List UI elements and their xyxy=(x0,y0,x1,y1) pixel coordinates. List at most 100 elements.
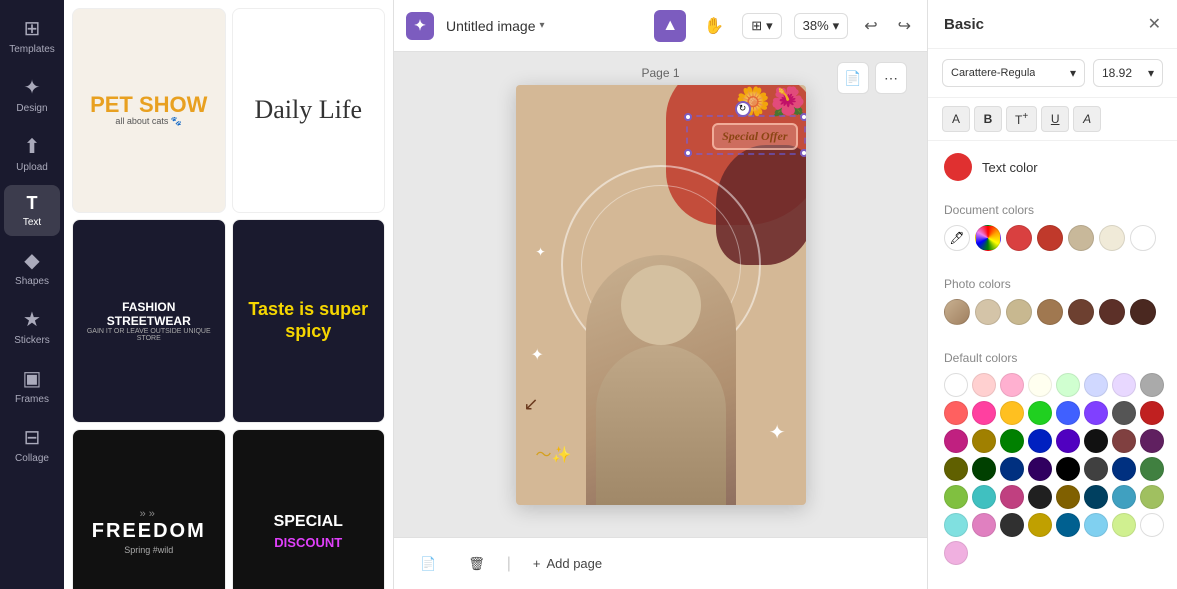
format-transform-T[interactable]: T+ xyxy=(1006,106,1037,132)
canvas-page-icon[interactable]: 📄 xyxy=(837,62,869,94)
doc-color-5[interactable] xyxy=(1130,225,1156,251)
template-card-pet-show[interactable]: PET SHOW all about cats 🐾 xyxy=(72,8,226,213)
default-color-4-0[interactable] xyxy=(1056,457,1080,481)
doc-color-2[interactable] xyxy=(1037,225,1063,251)
default-color-0-4[interactable] xyxy=(1056,373,1080,397)
color-wheel-swatch[interactable] xyxy=(975,225,1001,251)
default-color-1-6[interactable] xyxy=(1084,401,1108,425)
default-color-3-0[interactable] xyxy=(1084,429,1108,453)
default-color-0-3[interactable] xyxy=(1028,373,1052,397)
sidebar-item-stickers[interactable]: ★ Stickers xyxy=(4,299,60,354)
format-bold-A[interactable]: A xyxy=(942,106,970,132)
default-color-0-5[interactable] xyxy=(1084,373,1108,397)
default-color-2-1[interactable] xyxy=(1140,401,1164,425)
default-color-3-4[interactable] xyxy=(972,457,996,481)
default-color-2-2[interactable] xyxy=(944,429,968,453)
hand-tool-button[interactable]: ✋ xyxy=(698,10,730,42)
select-tool-button[interactable]: ▲ xyxy=(654,10,686,42)
undo-button[interactable]: ↩ xyxy=(860,12,881,40)
default-color-5-1[interactable] xyxy=(1056,485,1080,509)
default-color-5-5[interactable] xyxy=(944,513,968,537)
format-alt-A[interactable]: A xyxy=(1073,106,1101,132)
font-size-select[interactable]: 18.92 ▾ xyxy=(1093,59,1163,87)
view-options-button[interactable]: ⊞ ▾ xyxy=(742,13,781,39)
canvas-content[interactable]: Page 1 📄 ⋯ 🌼🌺 Special Offer xyxy=(394,52,927,537)
default-color-5-3[interactable] xyxy=(1112,485,1136,509)
font-family-select[interactable]: Carattere-Regula ▾ xyxy=(942,59,1085,87)
default-color-3-1[interactable] xyxy=(1112,429,1136,453)
default-color-5-6[interactable] xyxy=(972,513,996,537)
photo-color-5[interactable] xyxy=(1099,299,1125,325)
default-color-2-3[interactable] xyxy=(972,429,996,453)
default-color-4-3[interactable] xyxy=(1140,457,1164,481)
default-color-5-4[interactable] xyxy=(1140,485,1164,509)
default-color-1-0[interactable] xyxy=(1140,373,1164,397)
panel-close-button[interactable]: ✕ xyxy=(1148,14,1161,34)
photo-color-3[interactable] xyxy=(1037,299,1063,325)
default-color-0-0[interactable] xyxy=(944,373,968,397)
sidebar-item-templates[interactable]: ⊞ Templates xyxy=(4,8,60,63)
format-bold-B[interactable]: B xyxy=(974,106,1002,132)
default-color-0-2[interactable] xyxy=(1000,373,1024,397)
default-color-2-0[interactable] xyxy=(1112,401,1136,425)
photo-color-6[interactable] xyxy=(1130,299,1156,325)
default-color-0-6[interactable] xyxy=(1112,373,1136,397)
default-color-5-0[interactable] xyxy=(1028,485,1052,509)
delete-button[interactable]: 🗑 xyxy=(458,550,495,578)
default-color-1-1[interactable] xyxy=(944,401,968,425)
default-color-1-5[interactable] xyxy=(1056,401,1080,425)
doc-color-3[interactable] xyxy=(1068,225,1094,251)
template-card-fashion[interactable]: FASHION STREETWEAR GAIN IT OR LEAVE OUTS… xyxy=(72,219,226,424)
photo-color-thumb[interactable] xyxy=(944,299,970,325)
default-color-6-0[interactable] xyxy=(1000,513,1024,537)
rotate-handle[interactable]: ↻ xyxy=(735,101,751,117)
sidebar-item-shapes[interactable]: ◆ Shapes xyxy=(4,240,60,295)
sidebar-item-collage[interactable]: ⊟ Collage xyxy=(4,417,60,472)
default-color-3-2[interactable] xyxy=(1140,429,1164,453)
photo-color-2[interactable] xyxy=(1006,299,1032,325)
default-color-4-1[interactable] xyxy=(1084,457,1108,481)
default-color-6-2[interactable] xyxy=(1056,513,1080,537)
zoom-control[interactable]: 38% ▾ xyxy=(794,13,849,39)
doc-color-4[interactable] xyxy=(1099,225,1125,251)
design-canvas[interactable]: 🌼🌺 Special Offer ↙ ✦ ✦ ✦ 〜✨ xyxy=(516,85,806,505)
file-title-button[interactable]: Untitled image ▾ xyxy=(446,18,545,34)
sidebar-item-design[interactable]: ✦ Design xyxy=(4,67,60,122)
default-color-6-4[interactable] xyxy=(1112,513,1136,537)
default-color-6-1[interactable] xyxy=(1028,513,1052,537)
sidebar-item-frames[interactable]: ▣ Frames xyxy=(4,358,60,413)
default-color-2-4[interactable] xyxy=(1000,429,1024,453)
default-color-3-3[interactable] xyxy=(944,457,968,481)
default-color-3-6[interactable] xyxy=(1028,457,1052,481)
special-offer-canvas-text[interactable]: Special Offer xyxy=(712,123,797,150)
page-thumbnail-button[interactable]: 📄 xyxy=(410,550,446,578)
add-page-button[interactable]: + Add page xyxy=(523,550,612,577)
default-color-2-5[interactable] xyxy=(1028,429,1052,453)
default-color-5-2[interactable] xyxy=(1084,485,1108,509)
default-color-1-2[interactable] xyxy=(972,401,996,425)
default-color-3-5[interactable] xyxy=(1000,457,1024,481)
eyedropper-tool[interactable]: 🖊 xyxy=(944,225,970,251)
text-color-swatch[interactable] xyxy=(944,153,972,181)
redo-button[interactable]: ↪ xyxy=(894,12,915,40)
default-color-4-5[interactable] xyxy=(972,485,996,509)
default-color-6-3[interactable] xyxy=(1084,513,1108,537)
canvas-more-button[interactable]: ⋯ xyxy=(875,62,907,94)
photo-color-4[interactable] xyxy=(1068,299,1094,325)
default-color-1-4[interactable] xyxy=(1028,401,1052,425)
sidebar-item-text[interactable]: T Text xyxy=(4,185,60,236)
format-underline-U[interactable]: U xyxy=(1041,106,1069,132)
default-color-6-6[interactable] xyxy=(944,541,968,565)
default-color-4-4[interactable] xyxy=(944,485,968,509)
default-color-6-5[interactable] xyxy=(1140,513,1164,537)
photo-color-1[interactable] xyxy=(975,299,1001,325)
default-color-0-1[interactable] xyxy=(972,373,996,397)
default-color-2-6[interactable] xyxy=(1056,429,1080,453)
default-color-4-2[interactable] xyxy=(1112,457,1136,481)
template-card-daily-life[interactable]: Daily Life xyxy=(232,8,386,213)
template-card-discount[interactable]: SPECIAL DISCOUNT xyxy=(232,429,386,589)
sidebar-item-upload[interactable]: ⬆ Upload xyxy=(4,126,60,181)
default-color-4-6[interactable] xyxy=(1000,485,1024,509)
template-card-spicy[interactable]: Taste is super spicy xyxy=(232,219,386,424)
template-card-freedom[interactable]: »» FREEDOM Spring #wild xyxy=(72,429,226,589)
